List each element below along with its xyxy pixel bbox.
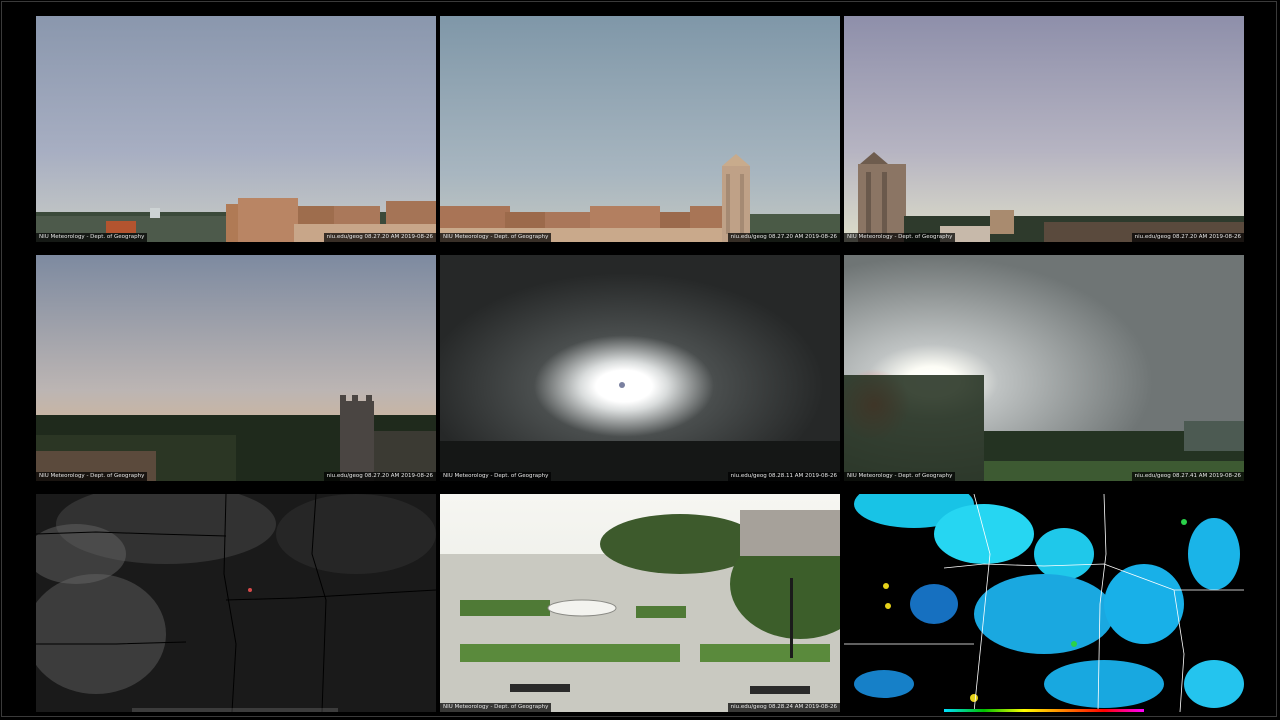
webcam-caption-left: NIU Meteorology - Dept. of Geography xyxy=(440,233,552,242)
location-marker-icon xyxy=(248,588,252,592)
webcam-tile-1[interactable]: NIU Meteorology - Dept. of Geography niu… xyxy=(36,16,436,242)
webcam-tile-5[interactable]: NIU Meteorology - Dept. of Geography niu… xyxy=(440,255,840,481)
webcam-tile-8[interactable]: NIU Meteorology - Dept. of Geography niu… xyxy=(440,494,840,712)
radar-tile[interactable] xyxy=(844,494,1244,712)
satellite-tile[interactable] xyxy=(36,494,436,712)
webcam-caption-right: niu.edu/geog 08.27.20 AM 2019-08-26 xyxy=(1131,233,1244,242)
webcam-caption-left: NIU Meteorology - Dept. of Geography xyxy=(36,472,148,481)
webcam-caption-left: NIU Meteorology - Dept. of Geography xyxy=(36,233,148,242)
webcam-image-quad-sunrise xyxy=(844,255,1244,481)
webcam-caption-right: niu.edu/geog 08.27.20 AM 2019-08-26 xyxy=(323,233,436,242)
satellite-visible-image xyxy=(36,494,436,712)
satellite-caption-bar xyxy=(132,708,338,712)
webcam-tile-6[interactable]: NIU Meteorology - Dept. of Geography niu… xyxy=(844,255,1244,481)
webcam-tile-3[interactable]: NIU Meteorology - Dept. of Geography niu… xyxy=(844,16,1244,242)
webcam-tile-2[interactable]: NIU Meteorology - Dept. of Geography niu… xyxy=(440,16,840,242)
webcam-caption-left: NIU Meteorology - Dept. of Geography xyxy=(440,472,552,481)
webcam-caption-left: NIU Meteorology - Dept. of Geography xyxy=(440,703,552,712)
webcam-caption-left: NIU Meteorology - Dept. of Geography xyxy=(844,233,956,242)
webcam-image-plaza xyxy=(440,494,840,712)
radar-composite-image xyxy=(844,494,1244,712)
webcam-image-tower-east xyxy=(844,16,1244,242)
webcam-caption-right: niu.edu/geog 08.27.20 AM 2019-08-26 xyxy=(323,472,436,481)
webcam-caption-left: NIU Meteorology - Dept. of Geography xyxy=(844,472,956,481)
webcam-image-rooftops-tower xyxy=(440,16,840,242)
webcam-image-castle-horizon xyxy=(36,255,436,481)
webcam-caption-right: niu.edu/geog 08.28.11 AM 2019-08-26 xyxy=(727,472,840,481)
webcam-image-sunrise-glare xyxy=(440,255,840,481)
radar-color-scale xyxy=(944,709,1144,712)
webcam-tile-4[interactable]: NIU Meteorology - Dept. of Geography niu… xyxy=(36,255,436,481)
webcam-caption-right: niu.edu/geog 08.27.20 AM 2019-08-26 xyxy=(727,233,840,242)
webcam-caption-right: niu.edu/geog 08.27.41 AM 2019-08-26 xyxy=(1131,472,1244,481)
webcam-caption-right: niu.edu/geog 08.28.24 AM 2019-08-26 xyxy=(727,703,840,712)
webcam-image-skyline-west xyxy=(36,16,436,242)
